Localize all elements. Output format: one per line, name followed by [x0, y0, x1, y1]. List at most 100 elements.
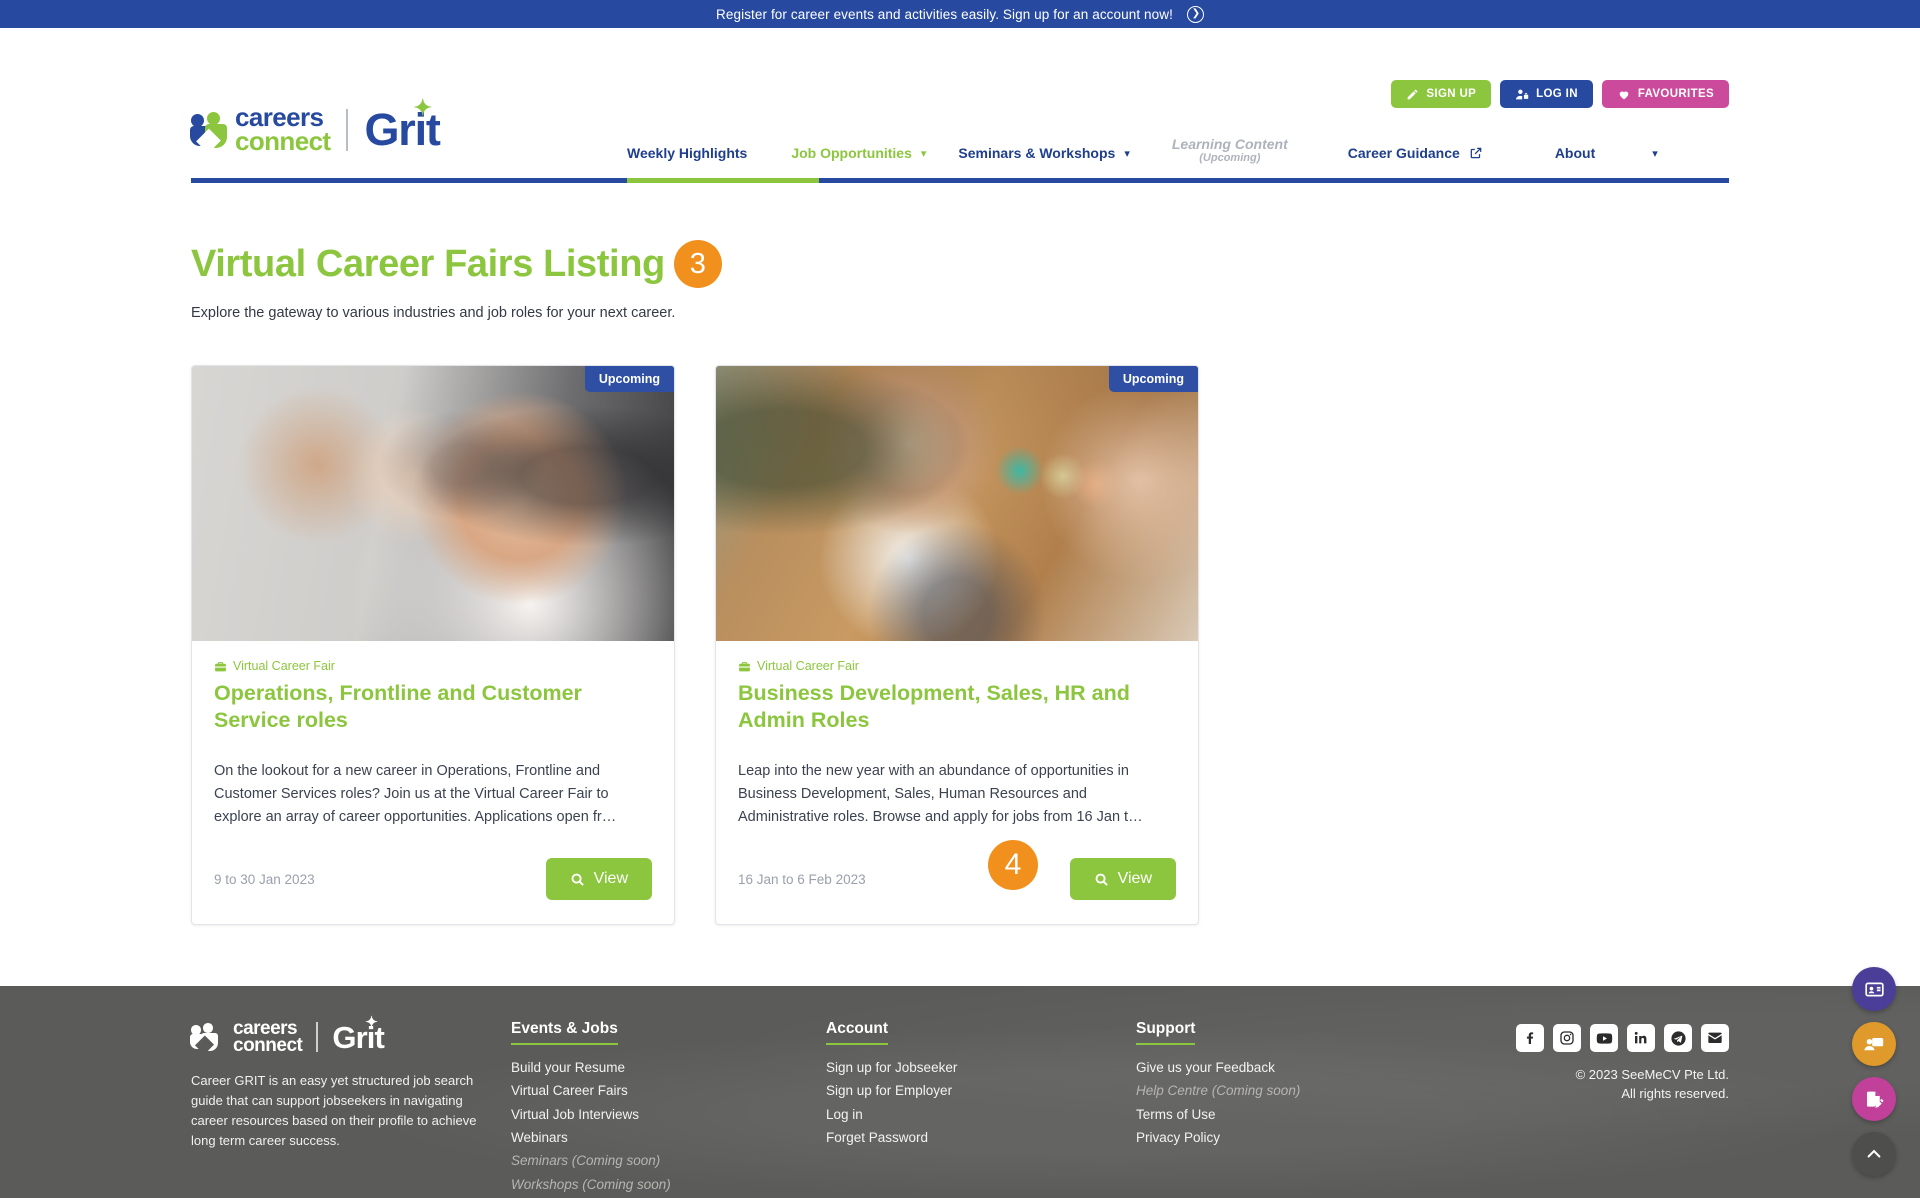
youtube-link[interactable] — [1590, 1024, 1618, 1052]
status-badge: Upcoming — [1108, 366, 1198, 392]
view-button[interactable]: View — [1069, 858, 1176, 901]
card-date-range: 9 to 30 Jan 2023 — [214, 871, 315, 887]
nav-label: About — [1554, 145, 1596, 161]
footer-careers-connect-wordmark: careers connect — [233, 1019, 303, 1057]
sign-up-button[interactable]: SIGN UP — [1391, 80, 1492, 108]
resume-edit-button[interactable] — [1852, 1077, 1896, 1121]
search-icon — [1095, 873, 1108, 886]
footer-link[interactable]: Sign up for Employer — [826, 1079, 1136, 1102]
log-in-label: LOG IN — [1536, 88, 1578, 100]
nav-item-weekly-highlights[interactable]: Weekly Highlights — [627, 136, 747, 170]
card-description: Leap into the new year with an abundance… — [738, 763, 1143, 825]
auth-button-group: SIGN UP LOG IN FAVOURITES — [1391, 80, 1729, 108]
card-description: On the lookout for a new career in Opera… — [214, 763, 617, 825]
nav-label: Career Guidance — [1347, 145, 1460, 161]
email-icon — [1708, 1032, 1722, 1043]
nav-item-career-guidance[interactable]: Career Guidance — [1348, 136, 1483, 170]
chevron-right-icon[interactable]: ❯ — [1186, 5, 1204, 23]
favourites-button[interactable]: FAVOURITES — [1601, 80, 1729, 108]
footer-column-events-jobs: Events & Jobs Build your Resume Virtual … — [511, 1020, 826, 1198]
nav-label: Learning Content — [1171, 136, 1288, 152]
linkedin-link[interactable] — [1627, 1024, 1655, 1052]
footer-link[interactable]: Privacy Policy — [1136, 1126, 1396, 1149]
nav-item-job-opportunities[interactable]: Job Opportunities ▾ — [791, 136, 926, 170]
footer-link[interactable]: Forget Password — [826, 1126, 1136, 1149]
sign-up-label: SIGN UP — [1426, 88, 1477, 100]
career-fair-card[interactable]: Upcoming Virtual Career Fair Business De… — [715, 365, 1199, 926]
step-badge-4: 4 — [988, 840, 1038, 891]
nav-item-learning-content: Learning Content (Upcoming) — [1172, 136, 1288, 170]
id-card-icon — [1864, 982, 1884, 996]
presentation-user-icon — [1864, 1038, 1884, 1051]
footer-logo[interactable]: careers connect ✦ Grit — [190, 1015, 491, 1057]
nav-item-about[interactable]: About ▾ — [1555, 136, 1658, 170]
copyright-line-2: All rights reserved. — [1621, 1085, 1729, 1101]
footer-link-disabled: Workshops (Coming soon) — [511, 1176, 671, 1192]
footer-link[interactable]: Log in — [826, 1103, 1136, 1126]
star-icon: ✦ — [365, 1013, 378, 1031]
card-title[interactable]: Operations, Frontline and Customer Servi… — [214, 680, 652, 734]
footer-link[interactable]: Give us your Feedback — [1136, 1056, 1396, 1079]
scroll-to-top-button[interactable] — [1852, 1132, 1896, 1176]
announcement-bar[interactable]: Register for career events and activitie… — [0, 0, 1920, 28]
main-content: Virtual Career Fairs Listing 3 Explore t… — [0, 180, 1920, 986]
nav-label: Job Opportunities — [791, 145, 912, 161]
instagram-link[interactable] — [1553, 1024, 1581, 1052]
footer-column-heading: Events & Jobs — [511, 1020, 618, 1045]
floating-action-buttons — [1852, 967, 1896, 1176]
primary-nav: Weekly Highlights Job Opportunities ▾ Se… — [191, 136, 1729, 180]
footer-column-account: Account Sign up for Jobseeker Sign up fo… — [826, 1020, 1136, 1198]
footer-grit-wordmark: ✦ Grit — [332, 1015, 384, 1053]
chevron-down-icon: ▾ — [1652, 147, 1658, 160]
telegram-icon — [1670, 1030, 1686, 1046]
footer-link[interactable]: Terms of Use — [1136, 1103, 1396, 1126]
career-fair-card[interactable]: Upcoming Virtual Career Fair Operations,… — [191, 365, 675, 926]
view-button[interactable]: View — [545, 858, 652, 901]
footer-link[interactable]: Webinars — [511, 1126, 826, 1149]
linkedin-icon — [1634, 1031, 1647, 1044]
email-link[interactable] — [1701, 1024, 1729, 1052]
heart-icon — [1619, 91, 1629, 99]
footer-link[interactable]: Build your Resume — [511, 1056, 826, 1079]
footer-logo-divider — [316, 1022, 319, 1053]
footer-link-disabled: Seminars (Coming soon) — [511, 1153, 661, 1169]
footer-link-disabled: Help Centre (Coming soon) — [1136, 1083, 1301, 1099]
copyright-line-1: © 2023 SeeMeCV Pte Ltd. — [1575, 1067, 1729, 1082]
briefcase-icon — [215, 661, 226, 671]
virtual-interview-button[interactable] — [1852, 1022, 1896, 1066]
footer-link[interactable]: Virtual Career Fairs — [511, 1079, 826, 1102]
briefcase-icon — [739, 661, 750, 671]
search-icon — [571, 873, 584, 886]
nav-item-seminars-workshops[interactable]: Seminars & Workshops ▾ — [958, 136, 1129, 170]
site-footer: careers connect ✦ Grit Career GRIT is an… — [0, 986, 1920, 1198]
view-button-label: View — [593, 870, 628, 888]
telegram-link[interactable] — [1664, 1024, 1692, 1052]
footer-column-heading: Support — [1136, 1020, 1196, 1045]
card-category-label: Virtual Career Fair — [757, 659, 859, 673]
card-category: Virtual Career Fair — [738, 659, 1176, 673]
footer-link[interactable]: Virtual Job Interviews — [511, 1103, 826, 1126]
card-body: Virtual Career Fair Operations, Frontlin… — [192, 641, 674, 828]
footer-link[interactable]: Sign up for Jobseeker — [826, 1056, 1136, 1079]
footer-right-column: © 2023 SeeMeCV Pte Ltd. All rights reser… — [1516, 1020, 1729, 1198]
id-card-button[interactable] — [1852, 967, 1896, 1011]
card-photo — [192, 366, 674, 641]
nav-underline — [191, 178, 1729, 183]
two-people-icon — [190, 1022, 219, 1056]
page-root: Register for career events and activitie… — [0, 0, 1920, 1198]
document-edit-icon — [1866, 1091, 1883, 1108]
page-title-row: Virtual Career Fairs Listing 3 — [191, 180, 1729, 288]
nav-sublabel: (Upcoming) — [1199, 152, 1261, 165]
footer-about-text: Career GRIT is an easy yet structured jo… — [191, 1072, 477, 1148]
card-title[interactable]: Business Development, Sales, HR and Admi… — [738, 680, 1176, 734]
view-button-label: View — [1117, 870, 1152, 888]
youtube-icon — [1596, 1032, 1612, 1044]
log-in-button[interactable]: LOG IN — [1500, 80, 1593, 108]
footer-logo-connect-text: connect — [233, 1035, 303, 1057]
facebook-link[interactable] — [1516, 1024, 1544, 1052]
step-badge-3: 3 — [673, 240, 722, 288]
footer-inner: careers connect ✦ Grit Career GRIT is an… — [0, 986, 1920, 1198]
footer-about-column: careers connect ✦ Grit Career GRIT is an… — [190, 1015, 491, 1198]
page-title: Virtual Career Fairs Listing — [191, 242, 665, 285]
facebook-icon — [1526, 1032, 1534, 1044]
